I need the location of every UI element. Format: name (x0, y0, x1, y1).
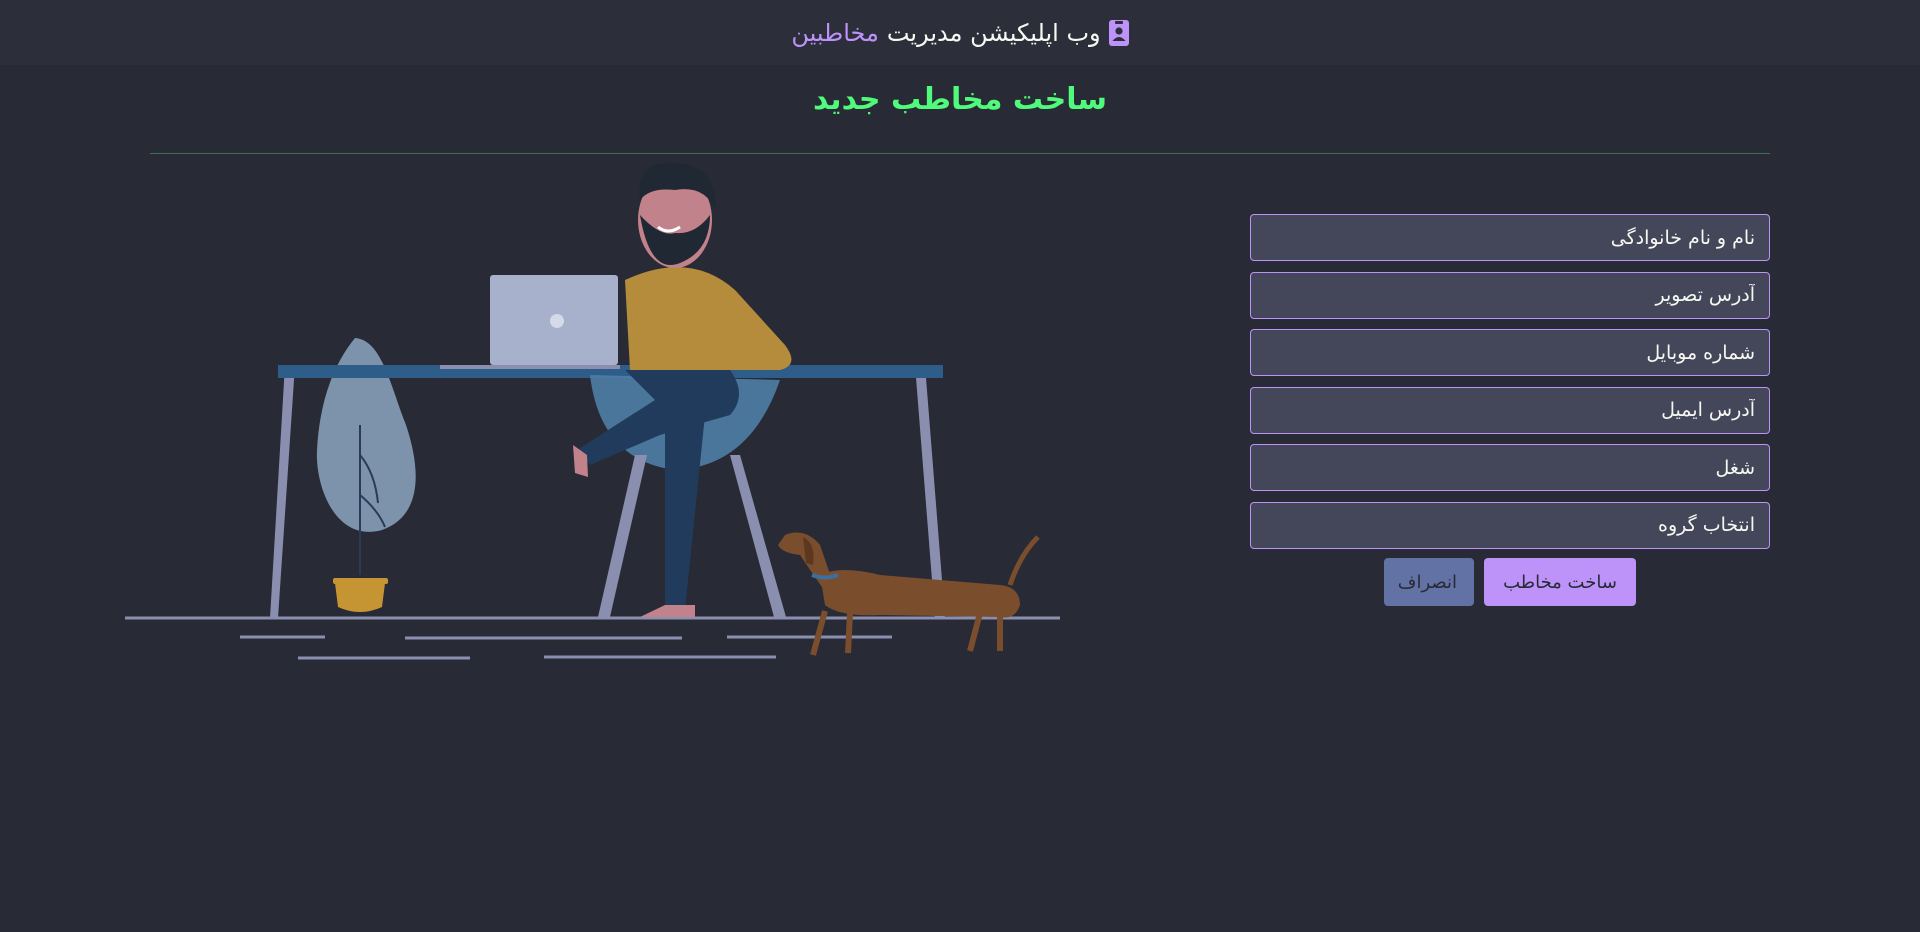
plant (316, 338, 416, 612)
contact-card-icon (1108, 19, 1129, 46)
email-input[interactable] (1250, 386, 1770, 434)
dog (778, 532, 1040, 656)
group-select-label: انتخاب گروه (1658, 514, 1755, 536)
page-title: ساخت مخاطب جدید (812, 82, 1108, 117)
title-divider (150, 153, 1770, 154)
laptop (440, 275, 620, 369)
cancel-button[interactable]: انصراف (1384, 558, 1474, 606)
new-contact-form: انتخاب گروه ساخت مخاطب انصراف (1250, 214, 1770, 606)
app-title-prefix: وب اپلیکیشن مدیریت (886, 18, 1101, 47)
photo-url-input[interactable] (1250, 271, 1770, 319)
app-title-accent: مخاطبین (791, 18, 879, 47)
group-select[interactable]: انتخاب گروه (1250, 501, 1770, 549)
navbar: وب اپلیکیشن مدیریت مخاطبین (0, 0, 1920, 65)
mobile-input[interactable] (1250, 329, 1770, 376)
workspace-illustration (125, 162, 1060, 660)
job-input[interactable] (1250, 444, 1770, 491)
floor-lines (125, 616, 1060, 660)
app-brand[interactable]: وب اپلیکیشن مدیریت مخاطبین (791, 18, 1129, 47)
create-contact-button[interactable]: ساخت مخاطب (1484, 558, 1636, 606)
form-actions: ساخت مخاطب انصراف (1250, 558, 1770, 606)
fullname-input[interactable] (1250, 214, 1770, 261)
